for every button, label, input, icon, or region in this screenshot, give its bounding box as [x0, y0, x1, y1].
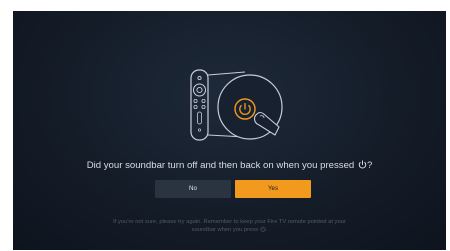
no-button-label: No: [189, 185, 197, 192]
hint-line-2: soundbar when you press: [191, 227, 259, 233]
confirmation-question: Did your soundbar turn off and then back…: [13, 160, 446, 172]
no-button[interactable]: No: [155, 180, 231, 198]
yes-button-label: Yes: [267, 185, 279, 192]
yes-button[interactable]: Yes: [235, 180, 311, 198]
power-icon: [358, 160, 367, 169]
tv-screen: Did your soundbar turn off and then back…: [13, 11, 446, 250]
fire-tv-remote-icon: [190, 69, 209, 141]
hint-text: If you're not sure, please try again. Re…: [53, 218, 406, 234]
hint-line-1: If you're not sure, please try again. Re…: [113, 219, 346, 225]
question-text: Did your soundbar turn off and then back…: [86, 160, 355, 171]
hint-suffix: .: [265, 227, 268, 233]
illustration: [190, 69, 283, 141]
question-suffix: ?: [366, 160, 373, 171]
